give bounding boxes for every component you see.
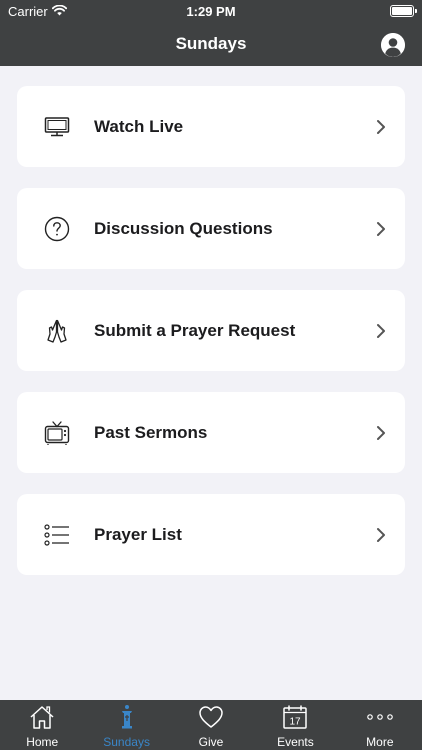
calendar-icon: 17 (282, 704, 308, 730)
heart-icon (198, 704, 224, 730)
past-sermons-card[interactable]: Past Sermons (17, 392, 405, 473)
pulpit-icon (114, 704, 140, 730)
chevron-right-icon (377, 119, 385, 134)
chevron-right-icon (377, 323, 385, 338)
tab-more[interactable]: More (338, 700, 422, 750)
more-dots-icon (367, 704, 393, 730)
card-label: Prayer List (94, 524, 182, 544)
tab-events[interactable]: 17 Events (253, 700, 337, 750)
list-icon (43, 521, 71, 549)
tab-label: More (366, 735, 394, 749)
tab-label: Events (277, 735, 314, 749)
status-bar: Carrier 1:29 PM (0, 0, 422, 22)
tab-label: Sundays (103, 735, 150, 749)
battery-icon (390, 5, 417, 17)
chevron-right-icon (377, 425, 385, 440)
page-title: Sundays (175, 34, 247, 53)
card-label: Past Sermons (94, 422, 208, 442)
tab-label: Give (198, 735, 224, 749)
card-label: Watch Live (94, 116, 184, 136)
card-label: Discussion Questions (94, 218, 273, 238)
discussion-questions-card[interactable]: Discussion Questions (17, 188, 405, 269)
chevron-right-icon (377, 221, 385, 236)
question-circle-icon (43, 215, 71, 243)
watch-live-card[interactable]: Watch Live (17, 86, 405, 167)
prayer-request-card[interactable]: Submit a Prayer Request (17, 290, 405, 371)
tab-label: Home (26, 735, 59, 749)
tab-bar: Home Sundays Give 17 Events More (0, 700, 422, 750)
tab-give[interactable]: Give (169, 700, 253, 750)
praying-hands-icon (43, 317, 71, 345)
profile-button[interactable] (381, 33, 405, 57)
card-label: Submit a Prayer Request (94, 320, 296, 340)
chevron-right-icon (377, 527, 385, 542)
tv-icon (43, 419, 71, 447)
monitor-icon (43, 113, 71, 141)
calendar-day-text: 17 (290, 717, 302, 728)
tab-sundays[interactable]: Sundays (84, 700, 168, 750)
top-bar: Carrier 1:29 PM Sundays (0, 0, 422, 66)
user-icon (381, 33, 405, 57)
tab-home[interactable]: Home (0, 700, 84, 750)
status-time: 1:29 PM (186, 4, 236, 19)
home-icon (29, 704, 55, 730)
prayer-list-card[interactable]: Prayer List (17, 494, 405, 575)
